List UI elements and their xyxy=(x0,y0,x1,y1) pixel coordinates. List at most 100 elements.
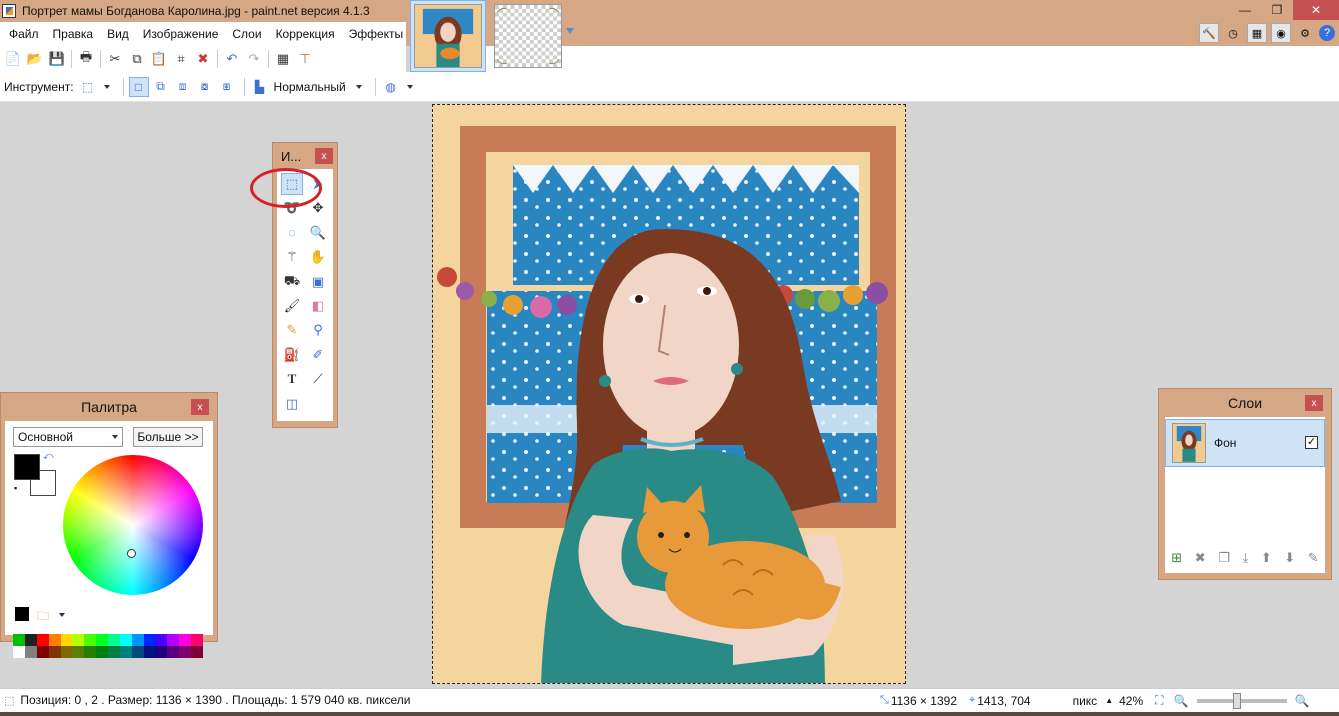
text-icon[interactable]: T xyxy=(281,368,303,390)
line-curve-icon[interactable]: ⟋ xyxy=(307,368,329,390)
zoom-in-icon[interactable]: 🔍 xyxy=(1295,694,1310,708)
palette-menu-icon[interactable]: 🗀 xyxy=(37,607,49,628)
palette-swatch[interactable] xyxy=(119,634,132,646)
image-tab-transparent[interactable] xyxy=(490,0,566,72)
undo-icon[interactable]: ↶ xyxy=(221,48,243,70)
palette-swatches[interactable] xyxy=(13,634,203,658)
zoom-icon[interactable]: 🔍 xyxy=(307,222,329,244)
palette-swatch[interactable] xyxy=(48,634,61,646)
palette-menu-dropdown-icon[interactable] xyxy=(59,613,65,617)
magic-wand-icon[interactable]: ⚚ xyxy=(281,246,303,268)
palette-swatch[interactable] xyxy=(131,646,144,658)
redo-icon[interactable]: ↷ xyxy=(243,48,265,70)
palette-swatch[interactable] xyxy=(191,634,203,646)
colors-toggle-icon[interactable]: ◉ xyxy=(1271,23,1291,43)
palette-swatch[interactable] xyxy=(24,634,37,646)
fit-window-icon[interactable]: ⛶ xyxy=(1155,693,1163,708)
palette-swatch[interactable] xyxy=(48,646,61,658)
palette-swatch[interactable] xyxy=(84,634,97,646)
zoom-up-icon[interactable]: ▲ xyxy=(1105,696,1113,705)
more-colors-button[interactable]: Больше >> xyxy=(133,427,203,447)
palette-swatch[interactable] xyxy=(72,646,85,658)
pan-icon[interactable]: ✋ xyxy=(307,246,329,268)
palette-swatch[interactable] xyxy=(179,646,192,658)
layer-visibility-checkbox[interactable]: ✓ xyxy=(1305,436,1318,449)
new-icon[interactable]: 📄 xyxy=(2,48,24,70)
menu-image[interactable]: Изображение xyxy=(136,22,226,46)
ruler-icon[interactable]: ⊤ xyxy=(294,48,316,70)
palette-swatch[interactable] xyxy=(179,634,192,646)
color-wheel-cursor[interactable] xyxy=(127,549,136,558)
palette-swatch[interactable] xyxy=(13,646,25,658)
palette-swatch[interactable] xyxy=(24,646,37,658)
palette-swatch[interactable] xyxy=(36,646,49,658)
menu-file[interactable]: Файл xyxy=(2,22,46,46)
add-layer-icon[interactable]: ⊞ xyxy=(1171,550,1182,566)
palette-swatch[interactable] xyxy=(131,634,144,646)
palette-swatch[interactable] xyxy=(143,634,156,646)
layer-row-background[interactable]: Фон ✓ xyxy=(1165,419,1325,467)
palette-swatch[interactable] xyxy=(96,646,108,658)
menu-layers[interactable]: Слои xyxy=(225,22,268,46)
palette-swatch[interactable] xyxy=(96,634,108,646)
selection-invert-icon[interactable]: ⧆ xyxy=(217,77,237,97)
menu-effects[interactable]: Эффекты xyxy=(342,22,411,46)
paste-icon[interactable]: 📋 xyxy=(148,48,170,70)
color-picker-icon[interactable]: ⚲ xyxy=(307,319,329,341)
primary-color-swatch[interactable] xyxy=(14,454,40,480)
layer-properties-icon[interactable]: ✎ xyxy=(1308,550,1319,566)
gradient-icon[interactable]: ▣ xyxy=(307,271,329,293)
palette-swatch[interactable] xyxy=(72,634,85,646)
close-button[interactable]: ✕ xyxy=(1293,0,1339,20)
palette-swatch[interactable] xyxy=(167,646,180,658)
antialias-dropdown-icon[interactable] xyxy=(406,84,413,89)
minimize-button[interactable]: — xyxy=(1229,0,1261,20)
pencil-icon[interactable]: ✎ xyxy=(281,319,303,341)
help-icon[interactable]: ? xyxy=(1319,25,1335,41)
recolor-icon[interactable]: ✐ xyxy=(307,344,329,366)
layers-close-button[interactable]: x xyxy=(1305,395,1323,411)
palette-swatch[interactable] xyxy=(191,646,203,658)
tools-window-close-button[interactable]: x xyxy=(315,148,333,164)
merge-layer-down-icon[interactable]: ⤓ xyxy=(1242,550,1248,566)
settings-icon[interactable]: ⚙ xyxy=(1295,23,1315,43)
selection-exclude-icon[interactable]: ⧈ xyxy=(173,77,193,97)
palette-swatch[interactable] xyxy=(60,634,73,646)
maximize-button[interactable]: ❐ xyxy=(1261,0,1293,20)
grid-icon[interactable]: ▦ xyxy=(272,48,294,70)
copy-icon[interactable]: ⧉ xyxy=(126,48,148,70)
paintbrush-icon[interactable]: 🖌 xyxy=(281,295,303,317)
zoom-out-icon[interactable]: 🔍 xyxy=(1174,694,1189,708)
current-tool-icon[interactable]: ⬚ xyxy=(78,77,98,97)
save-icon[interactable]: 💾 xyxy=(46,48,68,70)
menu-adjustments[interactable]: Коррекция xyxy=(269,22,342,46)
zoom-slider[interactable] xyxy=(1196,692,1287,709)
open-icon[interactable]: 📂 xyxy=(24,48,46,70)
history-toggle-icon[interactable]: ◷ xyxy=(1223,23,1243,43)
paint-bucket-icon[interactable]: ⛟ xyxy=(281,271,303,293)
palette-swatch[interactable] xyxy=(143,646,156,658)
swap-colors-icon[interactable]: ⤺ xyxy=(43,451,54,462)
delete-layer-icon[interactable]: ✖ xyxy=(1195,550,1206,566)
cut-icon[interactable]: ✂ xyxy=(104,48,126,70)
clone-stamp-icon[interactable]: ⛽ xyxy=(281,344,303,366)
add-color-icon[interactable] xyxy=(15,607,29,621)
zoom-value[interactable]: 42% xyxy=(1119,694,1143,708)
units-select[interactable]: пикс xyxy=(1073,694,1098,708)
ellipse-select-icon[interactable]: ◌ xyxy=(281,222,303,244)
duplicate-layer-icon[interactable]: ❐ xyxy=(1218,550,1230,566)
move-layer-up-icon[interactable]: ⬆ xyxy=(1261,550,1272,566)
selection-intersect-icon[interactable]: ⧇ xyxy=(195,77,215,97)
palette-swatch[interactable] xyxy=(119,646,132,658)
palette-swatch[interactable] xyxy=(13,634,25,646)
tools-toggle-icon[interactable]: 🔨 xyxy=(1199,23,1219,43)
palette-swatch[interactable] xyxy=(36,634,49,646)
selection-replace-icon[interactable]: □ xyxy=(128,76,149,97)
deselect-icon[interactable]: ✖ xyxy=(192,48,214,70)
reset-colors-icon[interactable]: ▪ xyxy=(14,483,17,493)
selection-union-icon[interactable]: ⧉ xyxy=(151,77,171,97)
menu-edit[interactable]: Правка xyxy=(46,22,101,46)
layers-toggle-icon[interactable]: ▦ xyxy=(1247,23,1267,43)
crop-icon[interactable]: ⌗ xyxy=(170,48,192,70)
antialias-icon[interactable]: ◍ xyxy=(381,77,401,97)
